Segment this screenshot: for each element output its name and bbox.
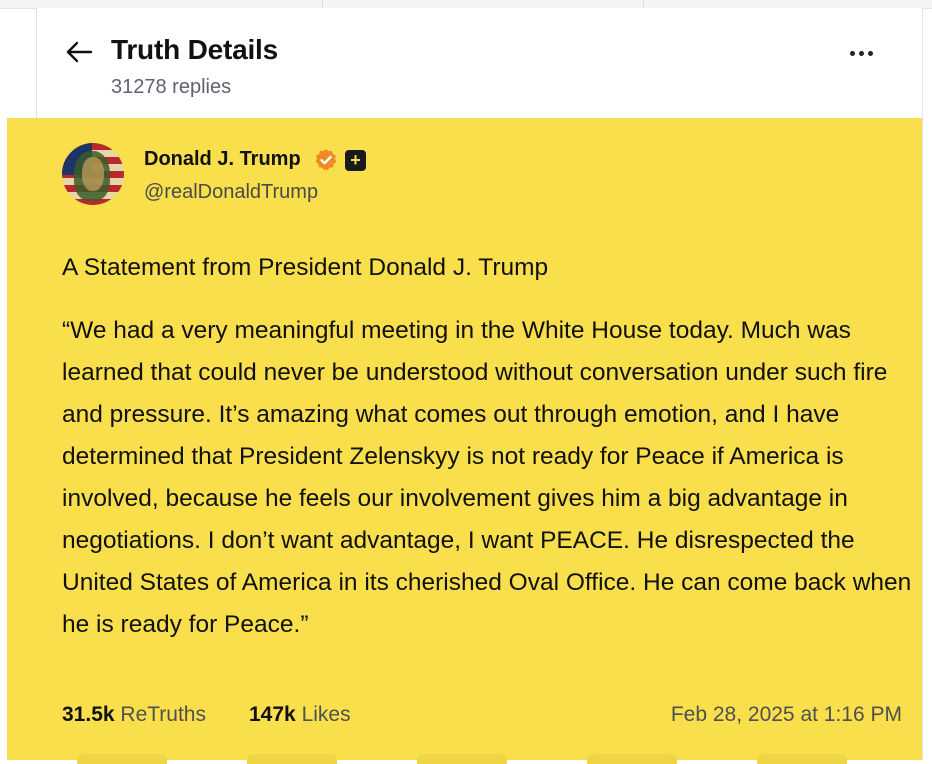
verified-badge-icon [315,149,337,171]
retruth-button-partial[interactable] [247,754,337,764]
author-handle[interactable]: @realDonaldTrump [144,181,318,204]
author-name[interactable]: Donald J. Trump [144,148,301,171]
retruths-label: ReTruths [120,703,206,726]
share-button-partial[interactable] [587,754,677,764]
more-button-partial[interactable] [757,754,847,764]
page-header: Truth Details 31278 replies [37,8,922,118]
action-bar-partial [7,754,922,764]
post-stats: 31.5k ReTruths 147k Likes Feb 28, 2025 a… [62,703,902,733]
like-button-partial[interactable] [417,754,507,764]
arrow-left-icon [66,41,93,63]
plus-badge-label: + [350,150,361,170]
retruths-stat[interactable]: 31.5k ReTruths [62,703,206,727]
reply-count: 31278 replies [111,76,232,98]
post-body: A Statement from President Donald J. Tru… [62,247,912,646]
reply-button-partial[interactable] [77,754,167,764]
truth-post: Donald J. Trump + @realDonaldTrump A Sta… [7,118,922,764]
avatar[interactable] [62,143,124,205]
ellipsis-dot [858,50,864,56]
plus-badge: + [345,150,366,171]
likes-label: Likes [301,703,351,726]
retruths-count: 31.5k [62,703,115,726]
likes-count: 147k [249,703,296,726]
page-title: Truth Details [111,34,278,65]
back-button[interactable] [63,36,95,68]
tab-divider [643,0,644,8]
likes-stat[interactable]: 147k Likes [249,703,351,727]
post-paragraph: A Statement from President Donald J. Tru… [62,254,549,281]
content-border-right [922,8,923,760]
ellipsis-dot [867,50,873,56]
avatar-portrait-highlight [82,157,104,191]
post-paragraph: “We had a very meaningful meeting in the… [62,317,912,638]
more-options-button[interactable] [843,38,879,68]
tab-divider [322,0,323,8]
post-timestamp: Feb 28, 2025 at 1:16 PM [670,703,902,726]
ellipsis-icon [849,50,855,56]
